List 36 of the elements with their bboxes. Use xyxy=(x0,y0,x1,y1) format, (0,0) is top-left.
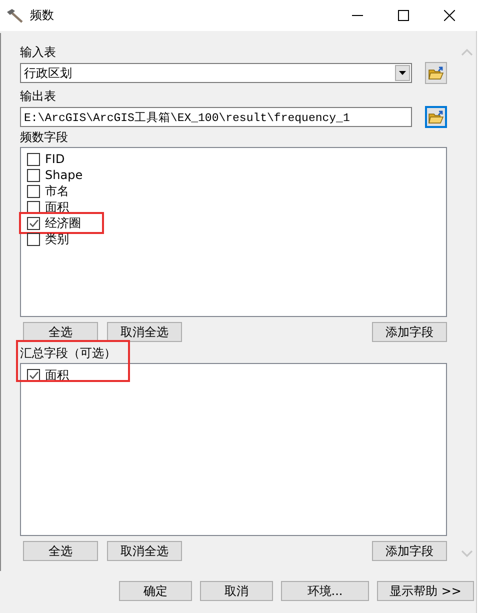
table-dropdown[interactable]: 行政区划 xyxy=(20,63,412,83)
window-title: 频数 xyxy=(30,7,55,24)
field-label: 输出表 xyxy=(20,89,57,105)
folder-icon xyxy=(428,110,444,124)
checkbox[interactable] xyxy=(27,184,40,198)
field-name: 经济圈 xyxy=(45,214,81,232)
checkbox[interactable] xyxy=(27,368,40,382)
field-name: 市名 xyxy=(45,182,69,200)
browse-button[interactable] xyxy=(425,106,447,128)
section-label: 频数字段 xyxy=(20,130,68,146)
ok-button[interactable]: 确定 xyxy=(119,581,192,601)
add-field-button[interactable]: 添加字段 xyxy=(372,541,447,561)
select-all-button[interactable]: 全选 xyxy=(23,541,98,561)
checkbox[interactable] xyxy=(27,200,40,214)
folder-icon xyxy=(428,66,444,80)
hammer-icon xyxy=(6,8,24,24)
section-label: 汇总字段（可选） xyxy=(20,346,116,362)
show-help-button[interactable]: 显示帮助 >> xyxy=(377,581,474,601)
clear-all-button[interactable]: 取消全选 xyxy=(107,322,182,342)
add-field-button[interactable]: 添加字段 xyxy=(372,322,447,342)
checkbox[interactable] xyxy=(27,216,40,230)
field-name: 类别 xyxy=(45,230,69,248)
field-name: FID xyxy=(45,152,65,166)
checkbox[interactable] xyxy=(27,152,40,166)
browse-button[interactable] xyxy=(425,62,447,84)
environments-button[interactable]: 环境... xyxy=(281,581,369,601)
clear-all-button[interactable]: 取消全选 xyxy=(107,541,182,561)
field-name: 面积 xyxy=(45,198,69,216)
field-name: 面积 xyxy=(45,366,69,384)
checkbox[interactable] xyxy=(27,168,40,182)
checkbox[interactable] xyxy=(27,232,40,246)
field-label: 输入表 xyxy=(20,45,57,61)
field-name: Shape xyxy=(45,168,83,182)
select-all-button[interactable]: 全选 xyxy=(23,322,98,342)
cancel-button[interactable]: 取消 xyxy=(200,581,273,601)
path-field[interactable]: E:\ArcGIS\ArcGIS工具箱\EX_100\result\frequency_1 xyxy=(20,107,412,127)
